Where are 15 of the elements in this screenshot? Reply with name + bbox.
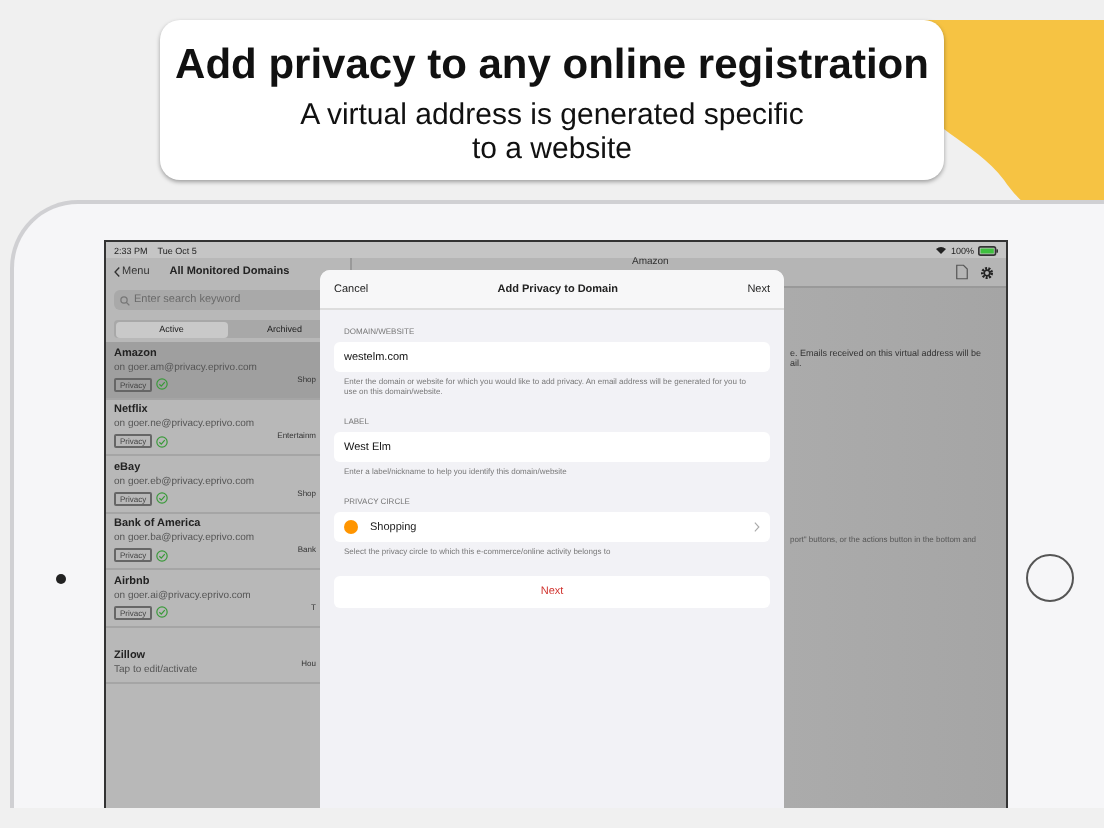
check-circle-icon	[156, 606, 169, 618]
battery-icon	[978, 245, 998, 255]
document-icon[interactable]	[956, 264, 968, 280]
settings-icon[interactable]	[980, 265, 994, 279]
check-circle-icon	[156, 378, 169, 390]
check-circle-icon	[156, 492, 169, 504]
camera-dot	[56, 574, 66, 584]
wifi-icon	[936, 246, 947, 254]
headline: Add privacy to any online registration	[175, 42, 929, 90]
subheadline: A virtual address is generated specific to a website	[298, 98, 806, 166]
search-icon	[120, 295, 130, 305]
chevron-left-icon	[114, 266, 120, 278]
check-circle-icon	[156, 549, 169, 561]
check-circle-icon	[156, 435, 169, 447]
chevron-right-icon	[754, 522, 760, 532]
